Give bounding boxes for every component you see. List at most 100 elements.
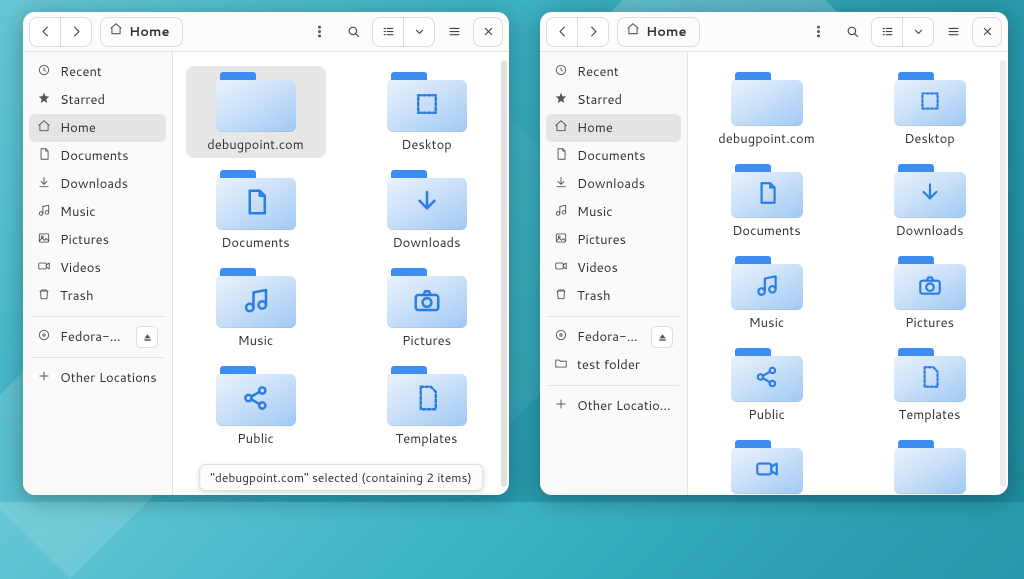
folder-icon xyxy=(731,164,803,218)
sidebar-item-label: Downloads xyxy=(577,175,645,193)
sidebar-item-pictures[interactable]: Pictures xyxy=(546,226,681,254)
sidebar-item-trash[interactable]: Trash xyxy=(546,282,681,310)
sidebar-item-videos[interactable]: Videos xyxy=(546,254,681,282)
disk-icon xyxy=(37,328,51,347)
sidebar-item-label: test folder xyxy=(577,356,640,374)
view-switcher xyxy=(871,17,934,47)
sidebar-item-videos[interactable]: Videos xyxy=(29,254,166,282)
sidebar-item-label: Home xyxy=(577,119,613,137)
eject-button[interactable] xyxy=(651,326,673,348)
folder-item[interactable]: debugpoint.com xyxy=(702,66,832,152)
sidebar-item-downloads[interactable]: Downloads xyxy=(29,170,166,198)
sidebar-item-other-locations[interactable]: Other Locations xyxy=(29,364,166,392)
sidebar-item-label: Pictures xyxy=(60,231,109,249)
forward-button[interactable] xyxy=(61,18,91,46)
scrollbar[interactable] xyxy=(1000,60,1006,487)
folder-item[interactable]: Music xyxy=(186,262,326,354)
sidebar-item-label: Documents xyxy=(60,147,129,165)
folder-label: Documents xyxy=(221,234,290,252)
icon-view-button[interactable] xyxy=(373,18,403,46)
forward-button[interactable] xyxy=(578,18,608,46)
sidebar-item-starred[interactable]: Starred xyxy=(546,86,681,114)
folder-label: Public xyxy=(748,406,785,424)
nav-back-forward xyxy=(546,17,609,47)
folder-item[interactable]: test folder xyxy=(865,434,995,495)
trash-icon xyxy=(37,287,51,306)
folder-item[interactable]: Documents xyxy=(702,158,832,244)
close-window-button[interactable] xyxy=(473,17,503,47)
sidebar-item-pictures[interactable]: Pictures xyxy=(29,226,166,254)
folder-icon xyxy=(894,72,966,126)
path-label: Home xyxy=(646,23,687,41)
icon-view-button[interactable] xyxy=(872,18,902,46)
home-icon xyxy=(554,119,568,138)
content-area: debugpoint.com Desktop Documents Downloads M… xyxy=(688,52,1008,495)
folder-label: Music xyxy=(238,332,274,350)
close-window-button[interactable] xyxy=(972,17,1002,47)
sidebar-item-home[interactable]: Home xyxy=(546,114,681,142)
path-label: Home xyxy=(129,23,170,41)
sidebar-item-recent[interactable]: Recent xyxy=(29,58,166,86)
folder-label: Templates xyxy=(899,406,961,424)
folder-item[interactable]: debugpoint.com xyxy=(186,66,326,158)
sidebar-item-fedora-ws-l-[interactable]: Fedora-WS-L… xyxy=(546,323,681,351)
music-icon xyxy=(554,203,568,222)
folder-icon xyxy=(387,268,467,328)
folder-icon xyxy=(216,72,296,132)
folder-item[interactable]: Templates xyxy=(865,342,995,428)
view-dropdown-button[interactable] xyxy=(404,18,434,46)
path-home[interactable]: Home xyxy=(100,17,183,47)
back-button[interactable] xyxy=(30,18,60,46)
folder-item[interactable]: Desktop xyxy=(357,66,497,158)
sidebar-item-music[interactable]: Music xyxy=(546,198,681,226)
folder-item[interactable]: Pictures xyxy=(357,262,497,354)
scrollbar[interactable] xyxy=(501,60,507,487)
music-icon xyxy=(37,203,51,222)
eject-button[interactable] xyxy=(136,326,158,348)
sidebar-item-recent[interactable]: Recent xyxy=(546,58,681,86)
star-fill-icon xyxy=(37,91,51,110)
sidebar-item-label: Trash xyxy=(577,287,611,305)
path-home[interactable]: Home xyxy=(617,17,700,47)
folder-item[interactable]: Videos xyxy=(702,434,832,495)
folder-item[interactable]: Documents xyxy=(186,164,326,256)
hamburger-menu-button[interactable] xyxy=(439,17,469,47)
sidebar-item-documents[interactable]: Documents xyxy=(29,142,166,170)
folder-icon xyxy=(387,170,467,230)
sidebar-item-label: Videos xyxy=(60,259,101,277)
clock-icon xyxy=(37,63,51,82)
disk-icon xyxy=(554,328,568,347)
folder-icon xyxy=(554,356,568,375)
folder-label: Pictures xyxy=(905,314,954,332)
back-button[interactable] xyxy=(547,18,577,46)
headerbar: Home xyxy=(540,12,1008,52)
folder-item[interactable]: Public xyxy=(702,342,832,428)
home-icon xyxy=(37,119,51,138)
sidebar-item-trash[interactable]: Trash xyxy=(29,282,166,310)
kebab-menu-button[interactable] xyxy=(304,17,334,47)
sidebar-item-home[interactable]: Home xyxy=(29,114,166,142)
download-icon xyxy=(37,175,51,194)
folder-item[interactable]: Templates xyxy=(357,360,497,452)
sidebar-item-other-locations[interactable]: Other Locations xyxy=(546,392,681,420)
folder-item[interactable]: Desktop xyxy=(865,66,995,152)
sidebar-item-music[interactable]: Music xyxy=(29,198,166,226)
view-dropdown-button[interactable] xyxy=(903,18,933,46)
sidebar: RecentStarred Home Documents Downloads Music… xyxy=(540,52,688,495)
sidebar-item-label: Music xyxy=(577,203,613,221)
sidebar-item-downloads[interactable]: Downloads xyxy=(546,170,681,198)
folder-item[interactable]: Music xyxy=(702,250,832,336)
sidebar-item-fedora-ws-li-[interactable]: Fedora-WS-Li… xyxy=(29,323,166,351)
folder-item[interactable]: Pictures xyxy=(865,250,995,336)
sidebar-item-label: Recent xyxy=(60,63,102,81)
hamburger-menu-button[interactable] xyxy=(938,17,968,47)
search-button[interactable] xyxy=(837,17,867,47)
search-button[interactable] xyxy=(338,17,368,47)
sidebar-item-starred[interactable]: Starred xyxy=(29,86,166,114)
folder-item[interactable]: Downloads xyxy=(357,164,497,256)
sidebar-item-documents[interactable]: Documents xyxy=(546,142,681,170)
kebab-menu-button[interactable] xyxy=(803,17,833,47)
folder-item[interactable]: Public xyxy=(186,360,326,452)
folder-item[interactable]: Downloads xyxy=(865,158,995,244)
sidebar-item-test-folder[interactable]: test folder xyxy=(546,351,681,379)
